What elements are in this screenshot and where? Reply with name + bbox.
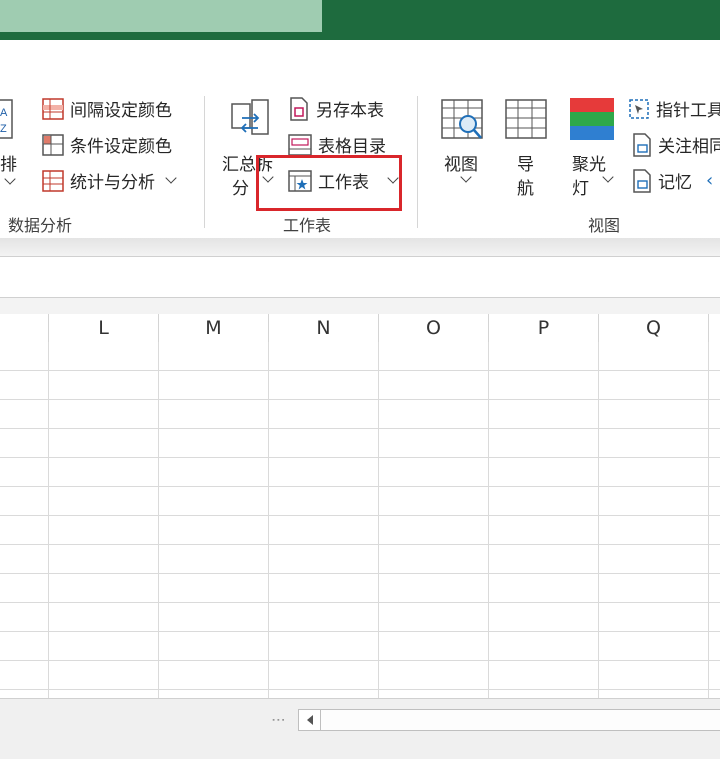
navigation-label-1: 导 [517, 155, 534, 175]
svg-text:Z: Z [0, 123, 7, 135]
interval-color-icon [42, 97, 64, 120]
chevron-down-icon [4, 173, 16, 185]
focus-same-label: 关注相同 [658, 137, 720, 157]
view-icon [441, 99, 483, 139]
statistics-icon [42, 169, 64, 192]
view-group-label: 视图 [588, 216, 621, 235]
data-analysis-group-label: 数据分析 [8, 216, 73, 235]
column-headers: L M N O P Q [0, 314, 720, 343]
pointer-tool-icon [629, 98, 649, 119]
active-tab[interactable] [0, 0, 322, 32]
spotlight-icon [570, 98, 614, 140]
save-sheet-label: 另存本表 [316, 101, 384, 121]
chevron-down-icon [165, 172, 177, 184]
save-sheet-icon [290, 96, 308, 121]
focus-same-button[interactable]: 关注相同 [632, 132, 720, 157]
summary-split-icon [231, 99, 269, 135]
view-button[interactable]: 视图 [440, 98, 488, 198]
formula-bar[interactable] [0, 256, 720, 298]
column-header[interactable]: N [268, 314, 378, 342]
title-bar [0, 0, 720, 40]
spotlight-label-1: 聚光 [572, 155, 606, 175]
pointer-tool-button[interactable]: 指针工具 [628, 96, 720, 121]
spotlight-label-2: 灯 [572, 179, 589, 199]
group-divider [204, 96, 205, 228]
condition-color-button[interactable]: 条件设定颜色 [42, 132, 172, 157]
table-directory-button[interactable]: 表格目录 [288, 132, 386, 157]
column-header[interactable]: P [488, 314, 598, 342]
sort-icon: A Z [0, 99, 13, 139]
statistics-button[interactable]: 统计与分析 [42, 168, 177, 193]
cell-grid[interactable] [0, 342, 720, 698]
interval-color-button[interactable]: 间隔设定颜色 [42, 96, 172, 121]
svg-text:A: A [0, 107, 8, 119]
interval-color-label: 间隔设定颜色 [70, 101, 172, 121]
navigation-label-2: 航 [517, 179, 534, 199]
condition-color-icon [42, 133, 64, 156]
horizontal-scrollbar[interactable] [298, 709, 720, 731]
worksheet-group-label: 工作表 [283, 216, 332, 235]
ribbon: A Z 排 间隔设定颜色 条件设定颜色 统计与分析 数据分析 汇总拆 分 另存本… [0, 40, 720, 239]
column-header[interactable]: L [48, 314, 158, 342]
statistics-label: 统计与分析 [70, 173, 155, 193]
memory-label: 记忆 [658, 173, 692, 193]
memory-button[interactable]: 记忆 ‹ [632, 168, 713, 193]
column-header[interactable]: M [158, 314, 268, 342]
pointer-tool-label: 指针工具 [656, 101, 720, 121]
navigation-icon [505, 99, 547, 139]
column-header[interactable]: Q [598, 314, 708, 342]
focus-same-icon [633, 132, 651, 157]
column-header[interactable] [708, 314, 720, 342]
summary-split-label-2: 分 [232, 179, 249, 199]
sort-label: 排 [0, 155, 17, 175]
ribbon-shadow [0, 238, 720, 256]
table-directory-icon [288, 133, 312, 156]
spotlight-button[interactable]: 聚光 灯 [570, 98, 618, 208]
splitter-handle-icon[interactable]: ⋮ [270, 713, 286, 725]
navigation-button[interactable]: 导 航 [504, 98, 552, 208]
back-arrow-icon[interactable]: ‹ [706, 170, 713, 191]
group-divider [417, 96, 418, 228]
condition-color-label: 条件设定颜色 [70, 137, 172, 157]
scrollbar-thumb[interactable] [321, 710, 720, 730]
highlight-box [256, 155, 402, 211]
save-sheet-button[interactable]: 另存本表 [288, 96, 384, 121]
view-label: 视图 [444, 155, 478, 175]
memory-icon [633, 168, 651, 193]
sheet-tab-bar: ⋮ [0, 698, 720, 759]
column-header[interactable]: O [378, 314, 488, 342]
scroll-left-icon[interactable] [299, 710, 321, 730]
table-directory-label: 表格目录 [318, 137, 386, 157]
